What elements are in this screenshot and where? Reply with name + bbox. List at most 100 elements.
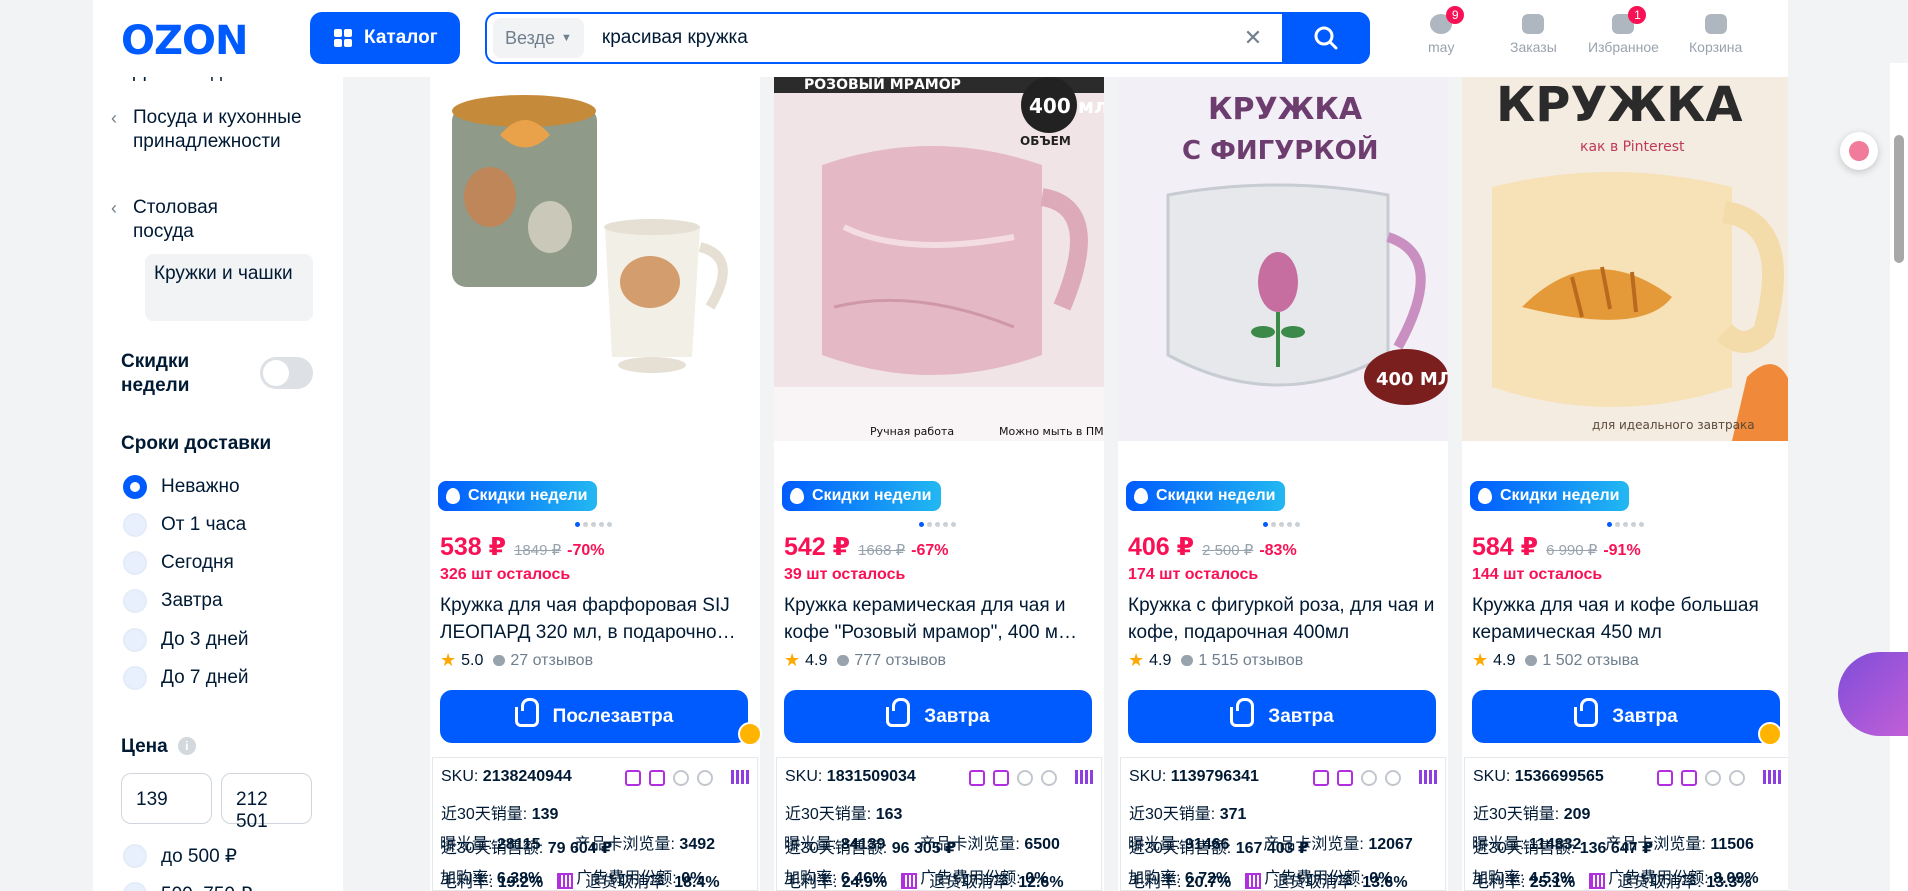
delivery-option[interactable]: Сегодня xyxy=(123,551,234,575)
weekly-discount-badge: Скидки недели xyxy=(1126,481,1286,511)
search-input[interactable]: красивая кружка xyxy=(602,27,1238,49)
product-image[interactable] xyxy=(430,77,760,441)
delivery-option[interactable]: До 3 дней xyxy=(123,628,249,652)
header-profile[interactable]: 9 may xyxy=(1428,6,1465,55)
scrollbar-thumb[interactable] xyxy=(1894,135,1904,263)
product-card[interactable]: РОЗОВЫЙ МРАМОР 400 мл ОБЪЕМ Можно мыть в… xyxy=(774,77,1104,891)
target-icon[interactable] xyxy=(1729,770,1745,786)
target-icon[interactable] xyxy=(1385,770,1401,786)
heart-icon[interactable] xyxy=(1361,770,1377,786)
product-image[interactable]: РОЗОВЫЙ МРАМОР 400 мл ОБЪЕМ Можно мыть в… xyxy=(774,77,1104,441)
clear-icon[interactable]: ✕ xyxy=(1238,25,1268,51)
sku-label: SKU: xyxy=(441,768,479,785)
image-carousel-dots[interactable] xyxy=(1263,522,1300,527)
rating-block[interactable]: ★ 4.9 1 515 отзывов xyxy=(1128,650,1303,671)
breadcrumb-item[interactable]: ‹ Посуда и кухонные принадлежности xyxy=(111,106,303,154)
rating-block[interactable]: ★ 4.9 777 отзывов xyxy=(784,650,946,671)
chart-wave-icon[interactable] xyxy=(1419,770,1439,784)
copy-icon[interactable] xyxy=(1657,770,1673,786)
site-header: OZON Каталог Везде ▼ красивая кружка ✕ 9 m… xyxy=(93,0,1788,77)
product-image[interactable]: КРУЖКА как в Pinterest для идеального за… xyxy=(1462,77,1788,441)
external-link-icon[interactable] xyxy=(993,770,1009,786)
search-bar: Везде ▼ красивая кружка ✕ xyxy=(485,12,1370,64)
copy-icon[interactable] xyxy=(1313,770,1329,786)
price-max-input[interactable]: 212 501 xyxy=(221,773,312,832)
price-min-input[interactable]: 139 xyxy=(121,773,212,824)
heart-icon[interactable] xyxy=(1705,770,1721,786)
external-link-icon[interactable] xyxy=(1337,770,1353,786)
rating-block[interactable]: ★ 4.9 1 502 отзыва xyxy=(1472,650,1639,671)
add-to-cart-button[interactable]: Завтра xyxy=(1472,690,1780,743)
header-favorites[interactable]: 1 Избранное xyxy=(1588,6,1659,55)
sku-line: SKU: 2138240944 xyxy=(441,768,572,786)
header-orders[interactable]: Заказы xyxy=(1510,14,1557,55)
image-carousel-dots[interactable] xyxy=(575,522,612,527)
product-title[interactable]: Кружка для чая и кофе большая керамическ… xyxy=(1472,592,1784,646)
rating-value: 5.0 xyxy=(461,651,484,669)
promo-label: Скидки недели xyxy=(1156,487,1276,504)
product-title[interactable]: Кружка для чая фарфоровая SIJ ЛЕОПАРД 32… xyxy=(440,592,752,646)
catalog-button[interactable]: Каталог xyxy=(310,12,460,64)
header-cart[interactable]: Корзина xyxy=(1689,14,1742,55)
breadcrumb-current[interactable]: Кружки и чашки xyxy=(145,254,313,321)
stat-label: 加购率: xyxy=(784,870,837,887)
stat-value: 209 xyxy=(1563,806,1591,823)
price-option[interactable]: до 500 ₽ xyxy=(123,844,237,868)
search-scope-select[interactable]: Везде ▼ xyxy=(493,18,584,58)
delivery-option-label: До 7 дней xyxy=(161,667,249,688)
review-count: 1 502 отзыва xyxy=(1542,651,1639,669)
weekly-discounts-toggle[interactable] xyxy=(260,357,313,389)
review-count: 1 515 отзывов xyxy=(1198,651,1304,669)
search-button[interactable] xyxy=(1282,12,1370,64)
delivery-option-label: Сегодня xyxy=(161,552,234,573)
chart-wave-icon[interactable] xyxy=(1075,770,1095,784)
star-icon: ★ xyxy=(784,650,801,670)
copy-icon[interactable] xyxy=(625,770,641,786)
add-to-cart-button[interactable]: Завтра xyxy=(1128,690,1436,743)
box-icon xyxy=(1522,14,1545,34)
stat-value: 6.38% xyxy=(496,870,543,887)
product-card[interactable]: КРУЖКА С ФИГУРКОЙ 400 МЛ Скидки недели 4… xyxy=(1118,77,1448,891)
external-link-icon[interactable] xyxy=(1681,770,1697,786)
comment-icon xyxy=(1525,655,1538,666)
scrollbar[interactable] xyxy=(1890,63,1908,891)
delivery-option[interactable]: Завтра xyxy=(123,589,223,613)
delivery-option[interactable]: Неважно xyxy=(123,475,240,499)
sku-value: 2138240944 xyxy=(482,768,572,785)
flame-icon xyxy=(1134,488,1148,504)
delivery-option[interactable]: До 7 дней xyxy=(123,666,249,690)
price-option[interactable]: 500–750 ₽ xyxy=(123,882,252,891)
delivery-option-label: До 3 дней xyxy=(161,629,249,650)
target-icon[interactable] xyxy=(697,770,713,786)
ozon-logo[interactable]: OZON xyxy=(121,18,248,64)
product-title[interactable]: Кружка керамическая для чая и кофе "Розо… xyxy=(784,592,1096,646)
heart-icon[interactable] xyxy=(673,770,689,786)
old-price: 1668 ₽ xyxy=(858,542,906,559)
heart-icon[interactable] xyxy=(1017,770,1033,786)
target-icon[interactable] xyxy=(1041,770,1057,786)
chart-wave-icon[interactable] xyxy=(731,770,751,784)
image-carousel-dots[interactable] xyxy=(1607,522,1644,527)
info-icon[interactable]: i xyxy=(177,737,196,755)
image-caption: как в Pinterest xyxy=(1580,139,1685,155)
product-card[interactable]: Скидки недели 538 ₽ 1849 ₽ -70% 326 шт ост… xyxy=(430,77,762,891)
add-to-cart-button[interactable]: Послезавтра xyxy=(440,690,748,743)
radio-icon xyxy=(123,551,147,575)
star-icon: ★ xyxy=(1128,650,1145,670)
stat-row: 曝光量: 91466 产品卡浏览量: 12067 xyxy=(1128,830,1413,854)
copy-icon[interactable] xyxy=(969,770,985,786)
delivery-option[interactable]: От 1 часа xyxy=(123,513,246,537)
product-title[interactable]: Кружка с фигуркой роза, для чая и кофе, … xyxy=(1128,592,1440,646)
stat-value: 6.72% xyxy=(1184,870,1231,887)
chart-wave-icon[interactable] xyxy=(1763,770,1783,784)
image-caption: КРУЖКА xyxy=(1496,77,1743,133)
product-card[interactable]: КРУЖКА как в Pinterest для идеального за… xyxy=(1462,77,1788,891)
breadcrumb-item[interactable]: ‹ Столовая посуда xyxy=(111,196,273,244)
external-link-icon[interactable] xyxy=(649,770,665,786)
add-to-cart-button[interactable]: Завтра xyxy=(784,690,1092,743)
product-image[interactable]: КРУЖКА С ФИГУРКОЙ 400 МЛ xyxy=(1118,77,1448,441)
rating-block[interactable]: ★ 5.0 27 отзывов xyxy=(440,650,593,671)
translate-icon[interactable] xyxy=(1840,132,1878,170)
image-carousel-dots[interactable] xyxy=(919,522,956,527)
search-scope-label: Везде xyxy=(505,27,555,48)
